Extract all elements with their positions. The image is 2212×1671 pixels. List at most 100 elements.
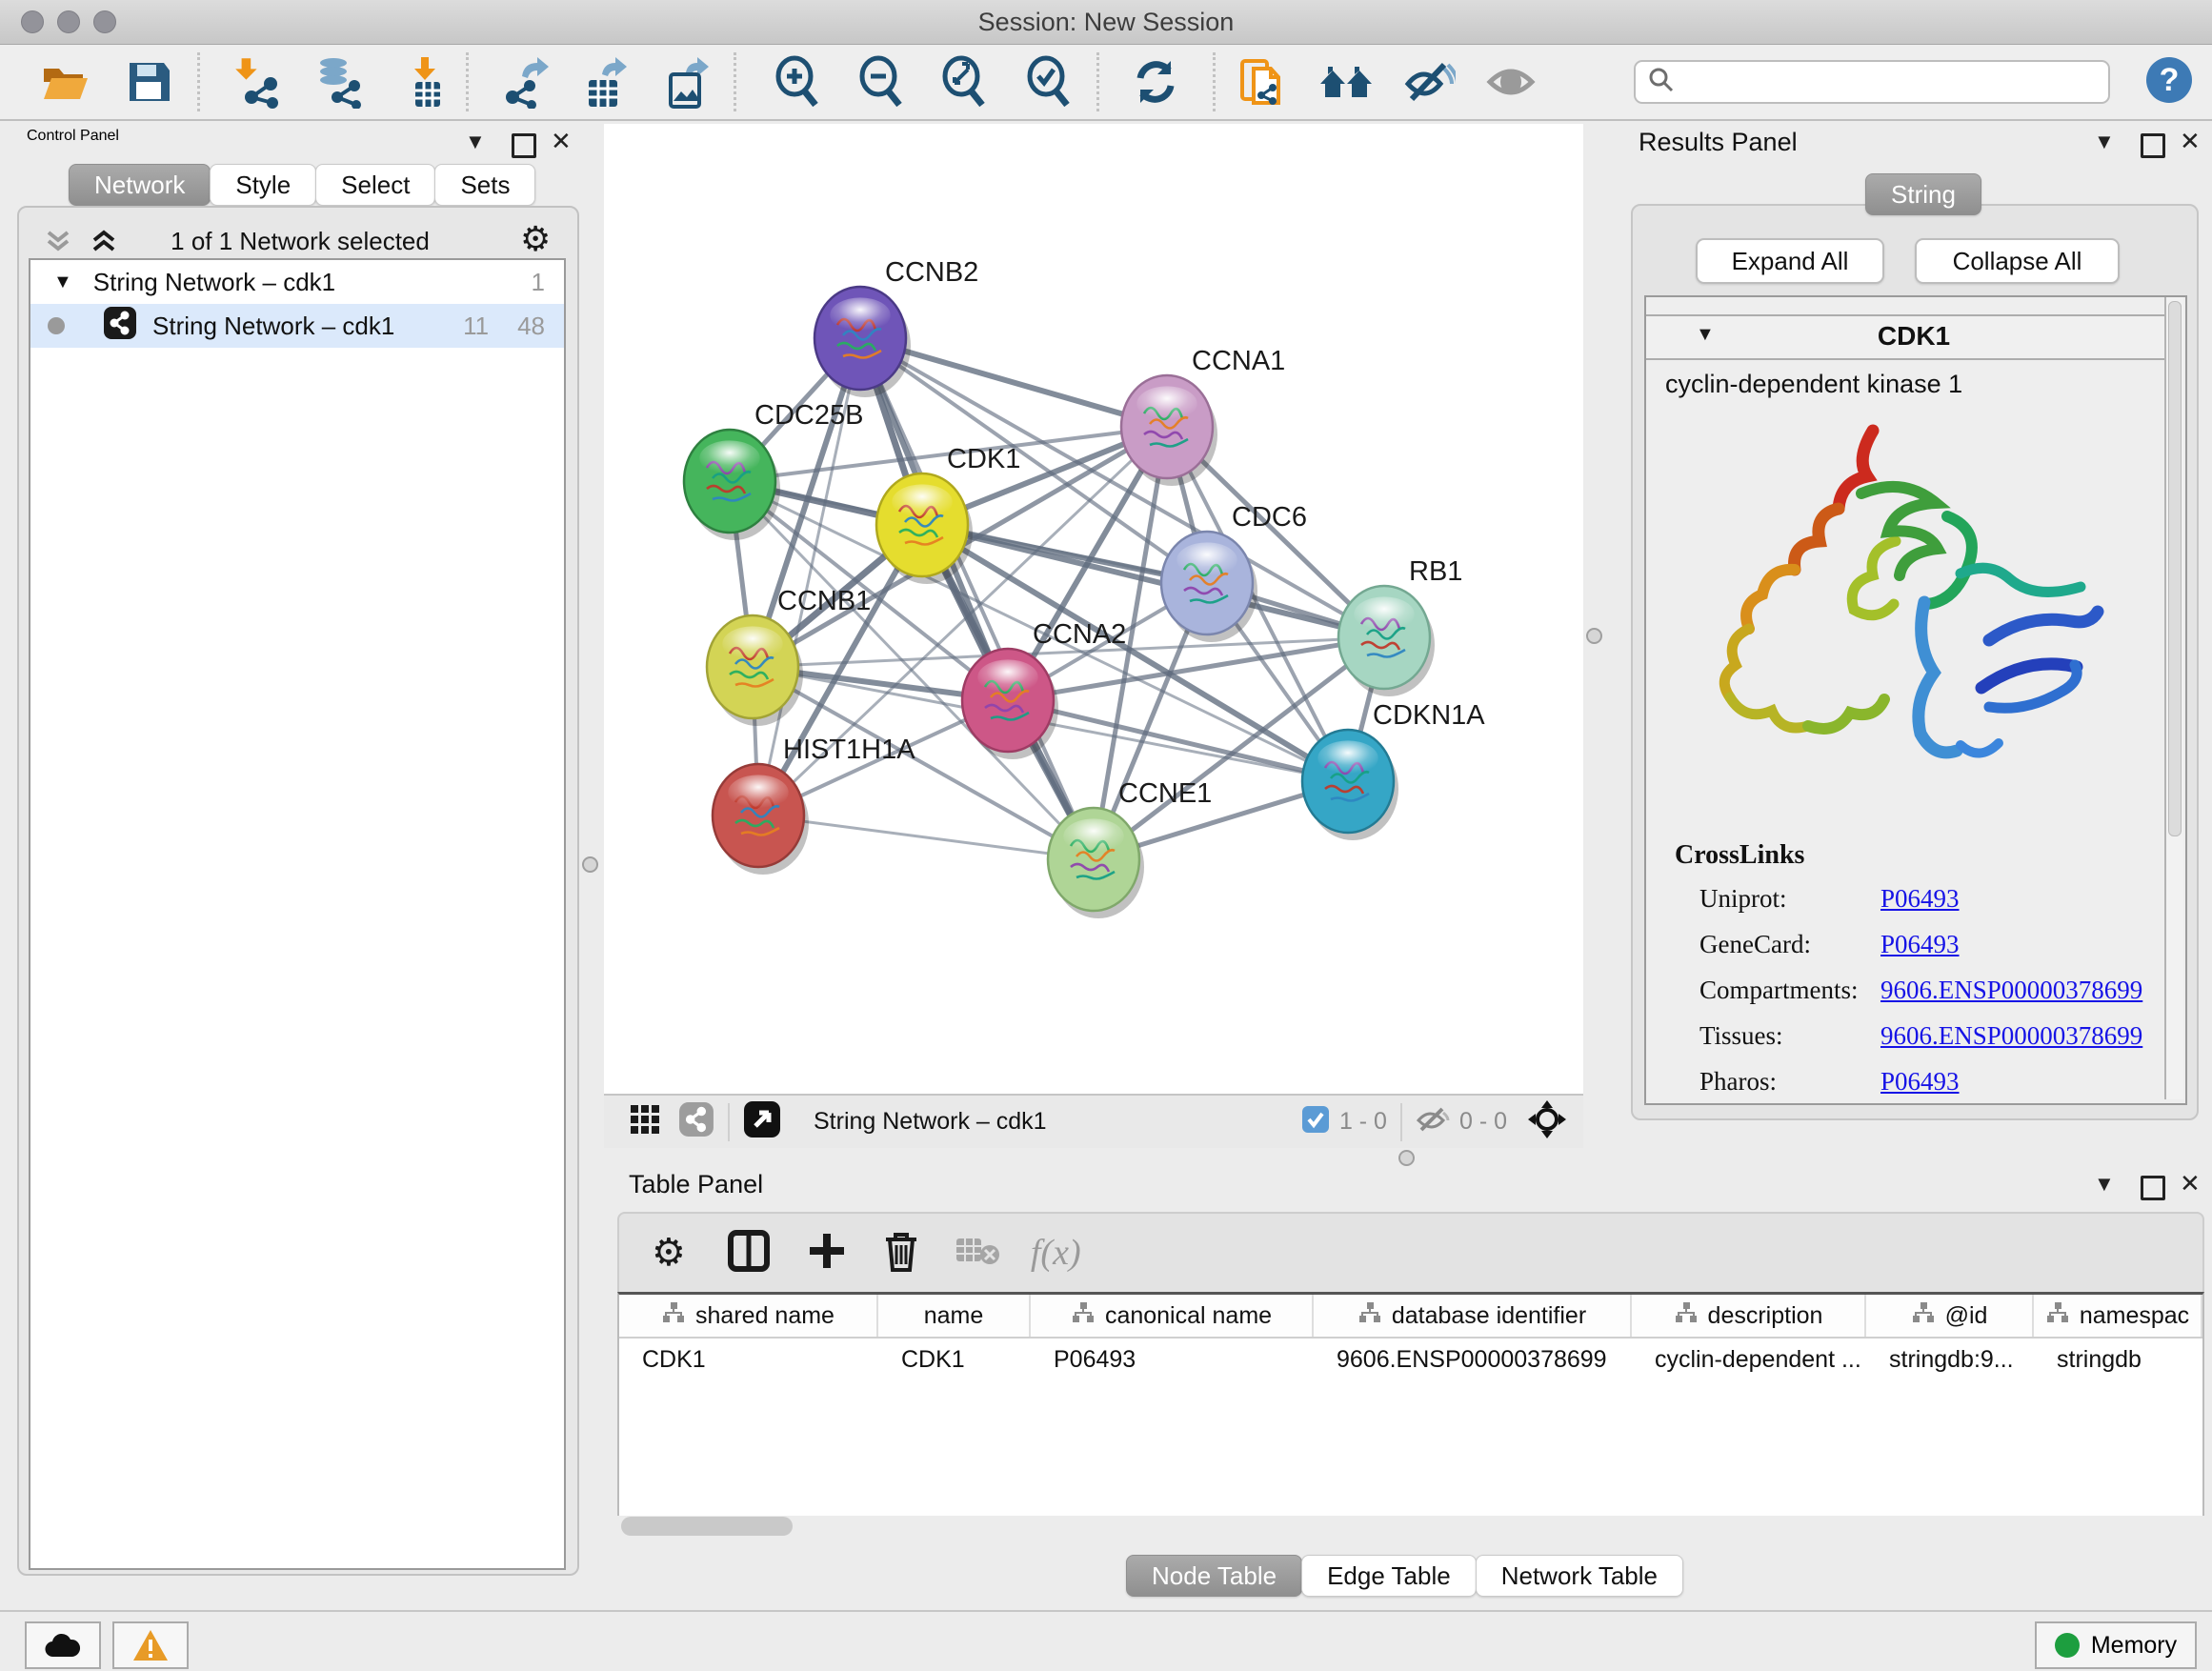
hidden-eye-icon[interactable] [1416,1105,1450,1138]
function-builder-icon[interactable]: f(x) [1031,1232,1081,1274]
zoom-selected-icon[interactable] [1023,55,1076,109]
tab-sets[interactable]: Sets [434,164,535,206]
table-panel-close-icon[interactable]: ✕ [2180,1169,2201,1198]
tab-network-table[interactable]: Network Table [1476,1555,1683,1597]
network-collection-row[interactable]: ▼ String Network – cdk1 1 [30,260,564,304]
node-CDK1[interactable]: CDK1 [876,444,1020,584]
network-row[interactable]: String Network – cdk1 11 48 [30,304,564,348]
export-image-icon[interactable] [659,55,713,109]
zoom-in-icon[interactable] [772,55,825,109]
collapse-all-button[interactable]: Collapse All [1915,238,2120,284]
control-panel-float-icon[interactable] [512,133,536,158]
column-header-@id[interactable]: @id [1866,1295,2034,1337]
zoom-out-icon[interactable] [855,55,909,109]
network-canvas[interactable]: CCNB2CCNA1CDC25BCDK1CDC6RB1CCNB1CCNA2CDK… [604,124,1583,1094]
warnings-button[interactable] [112,1621,189,1669]
node-CCNA2[interactable]: CCNA2 [962,619,1126,759]
left-splitter-handle[interactable] [582,856,598,873]
delete-column-icon[interactable] [882,1230,920,1277]
import-table-icon[interactable] [398,55,452,109]
table-cell[interactable]: CDK1 [878,1339,1031,1380]
crosslink-value-link[interactable]: 9606.ENSP00000378699 [1880,976,2142,1005]
node-CCNB2[interactable]: CCNB2 [814,257,978,397]
column-header-description[interactable]: description [1632,1295,1866,1337]
collapse-all-icon[interactable] [42,227,74,260]
table-cell[interactable]: P06493 [1031,1339,1314,1380]
memory-button[interactable]: Memory [2035,1621,2197,1669]
crosslink-value-link[interactable]: 9606.ENSP00000378699 [1880,1021,2142,1051]
table-cell[interactable]: stringdb:9... [1866,1339,2034,1380]
table-panel-menu-icon[interactable]: ▼ [2094,1172,2115,1197]
table-row[interactable]: CDK1CDK1P064939606.ENSP00000378699cyclin… [619,1339,2202,1380]
results-panel-float-icon[interactable] [2141,133,2165,158]
fit-selected-crosshair-icon[interactable] [1526,1098,1568,1145]
delete-table-icon[interactable] [955,1235,1000,1272]
birdseye-toggle-icon[interactable] [743,1100,781,1143]
expand-all-button[interactable]: Expand All [1696,238,1884,284]
tab-network[interactable]: Network [69,164,211,206]
edge-CDK1-RB1[interactable] [922,525,1384,637]
gene-description: cyclin-dependent kinase 1 [1665,370,1962,399]
node-CCNA1[interactable]: CCNA1 [1121,346,1285,486]
search-input[interactable] [1676,68,2089,96]
crosslink-value-link[interactable]: P06493 [1880,1067,1960,1097]
grid-view-icon[interactable] [629,1103,661,1140]
column-header-database-identifier[interactable]: database identifier [1314,1295,1632,1337]
tab-select[interactable]: Select [315,164,435,206]
table-panel-float-icon[interactable] [2141,1176,2165,1200]
node-RB1[interactable]: RB1 [1338,556,1462,696]
crosslink-value-link[interactable]: P06493 [1880,930,1960,959]
refresh-layout-icon[interactable] [1129,55,1182,109]
show-graphics-details-icon[interactable] [1484,55,1538,109]
gene-header-row[interactable]: ▼ CDK1 [1646,314,2182,360]
column-header-namespac[interactable]: namespac [2034,1295,2202,1337]
right-splitter-handle[interactable] [1586,628,1602,644]
node-CCNE1[interactable]: CCNE1 [1048,778,1212,918]
control-panel-menu-icon[interactable]: ▼ [465,130,486,154]
node-CDC25B[interactable]: CDC25B [684,400,863,540]
node-CDKN1A[interactable]: CDKN1A [1302,700,1485,840]
export-table-icon[interactable] [577,55,631,109]
tree-expander-icon[interactable]: ▼ [53,272,72,293]
duplicate-network-icon[interactable] [1235,55,1288,109]
table-cell[interactable]: CDK1 [619,1339,878,1380]
search-field[interactable] [1634,60,2110,104]
results-panel-close-icon[interactable]: ✕ [2180,127,2201,156]
show-columns-icon[interactable] [728,1230,770,1277]
tab-string[interactable]: String [1865,173,1981,215]
column-header-canonical-name[interactable]: canonical name [1031,1295,1314,1337]
results-panel-menu-icon[interactable]: ▼ [2094,130,2115,154]
cloud-button[interactable] [25,1621,101,1669]
save-session-icon[interactable] [122,55,175,109]
table-cell[interactable]: stringdb [2034,1339,2202,1380]
hide-unhide-icon[interactable] [1402,55,1456,109]
crosslink-value-link[interactable]: P06493 [1880,884,1960,914]
results-scrollbar[interactable] [2164,297,2183,1099]
expand-all-icon[interactable] [88,227,120,260]
export-network-icon[interactable] [497,55,551,109]
zoom-fit-icon[interactable] [938,55,992,109]
bottom-splitter-handle[interactable] [1398,1150,1415,1166]
open-session-icon[interactable] [38,55,91,109]
table-options-gear-icon[interactable]: ⚙ [652,1231,686,1275]
network-options-gear-icon[interactable]: ⚙ [520,219,551,259]
edge-CCNB2-CCNE1[interactable] [860,338,1094,859]
selected-checkbox-icon[interactable] [1301,1105,1330,1138]
node-HIST1H1A[interactable]: HIST1H1A [713,735,915,875]
table-cell[interactable]: cyclin-dependent ... [1632,1339,1866,1380]
tab-style[interactable]: Style [210,164,316,206]
table-hscrollbar-thumb[interactable] [621,1517,793,1536]
column-header-shared-name[interactable]: shared name [619,1295,878,1337]
import-network-icon[interactable] [232,55,286,109]
tab-node-table[interactable]: Node Table [1126,1555,1302,1597]
help-button[interactable]: ? [2146,57,2192,103]
table-cell[interactable]: 9606.ENSP00000378699 [1314,1339,1632,1380]
column-header-name[interactable]: name [878,1295,1031,1337]
network-share-view-icon[interactable] [678,1101,714,1142]
add-column-icon[interactable] [808,1232,846,1275]
home-icon[interactable] [1318,55,1372,109]
control-panel-close-icon[interactable]: ✕ [551,127,572,156]
import-network-from-database-icon[interactable] [312,55,366,109]
tab-edge-table[interactable]: Edge Table [1301,1555,1477,1597]
results-scrollbar-thumb[interactable] [2168,301,2182,836]
